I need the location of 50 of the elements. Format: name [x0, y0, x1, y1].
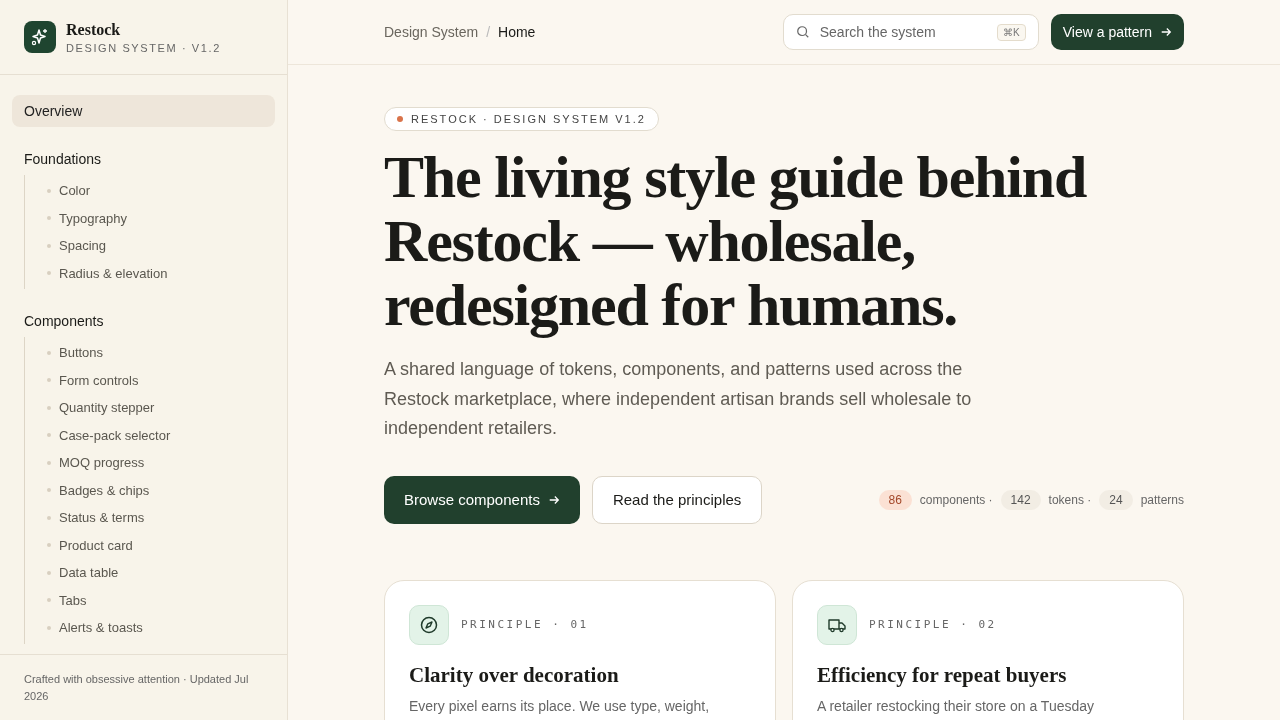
- arrow-icon: [1160, 26, 1172, 38]
- sidebar-item[interactable]: Form controls: [25, 366, 275, 394]
- section-title: Foundations: [23, 150, 103, 169]
- stat-label: components ·: [919, 492, 993, 507]
- footer-note: Crafted with obsessive attention · Updated Jul 2026: [24, 673, 249, 702]
- principle-text: Every pixel earns its place. We use type, weight,: [409, 697, 711, 714]
- breadcrumb-link[interactable]: Home: [498, 24, 536, 40]
- sidebar-item[interactable]: Tabs: [25, 586, 275, 614]
- view-pattern-button[interactable]: View a pattern: [1050, 14, 1184, 50]
- sidebar-item[interactable]: Color: [25, 177, 275, 205]
- sidebar-item[interactable]: Overview: [12, 95, 275, 127]
- sidebar-item[interactable]: Alerts & toasts: [25, 614, 275, 642]
- principle-title: Efficiency for repeat buyers: [817, 662, 1068, 688]
- sidebar-item[interactable]: Case-pack selector: [25, 421, 275, 449]
- sidebar-item[interactable]: MOQ progress: [25, 449, 275, 477]
- sidebar-item[interactable]: Radius & elevation: [25, 259, 275, 287]
- read-principles-button[interactable]: Read the principles: [591, 475, 763, 524]
- count-badge: 86: [878, 489, 912, 510]
- sidebar-item[interactable]: Badges & chips: [25, 476, 275, 504]
- search-input[interactable]: Search the system: [817, 23, 990, 41]
- shortcut-hint: ⌘K: [997, 23, 1026, 41]
- search-icon: [795, 25, 810, 39]
- principle-number: PRINCIPLE · 01: [461, 618, 589, 631]
- hero-lead: A shared language of tokens, components, and patterns used across the Restock marketplace, where independent artisan brands sell wholesale to independent retailers.: [384, 358, 973, 440]
- stat-label: tokens ·: [1048, 492, 1092, 507]
- arrow-icon: [547, 493, 560, 506]
- hero-heading: The living style guide behind Restock — wholesale, redesigned for humans.: [384, 145, 1088, 337]
- sidebar-item[interactable]: Buttons: [25, 339, 275, 367]
- sidebar-item[interactable]: Status & terms: [25, 504, 275, 532]
- sidebar-item[interactable]: Spacing: [25, 232, 275, 260]
- sparkle-logo-icon: [24, 21, 56, 53]
- stat-label: patterns: [1140, 492, 1184, 507]
- search-field[interactable]: Search the system ⌘K: [782, 14, 1039, 50]
- principle-number: PRINCIPLE · 02: [869, 618, 997, 631]
- section-title: Components: [23, 312, 105, 331]
- eyebrow-badge: RESTOCK · DESIGN SYSTEM V1.2: [384, 107, 659, 131]
- brand-name: Restock: [66, 20, 122, 39]
- breadcrumb-link[interactable]: Design System: [384, 24, 479, 40]
- count-badge: 142: [1000, 489, 1041, 510]
- sidebar-item[interactable]: Product card: [25, 531, 275, 559]
- sidebar-item[interactable]: Typography: [25, 204, 275, 232]
- breadcrumb-separator: /: [486, 24, 491, 40]
- principle-text: A retailer restocking their store on a Tuesday: [817, 697, 1096, 714]
- principle-title: Clarity over decoration: [409, 662, 620, 688]
- count-badge: 24: [1099, 489, 1133, 510]
- brand-subtitle: DESIGN SYSTEM · V1.2: [66, 41, 221, 54]
- compass-icon: [419, 614, 439, 635]
- sidebar-item[interactable]: Quantity stepper: [25, 394, 275, 422]
- browse-components-button[interactable]: Browse components: [384, 475, 580, 524]
- sidebar-item[interactable]: Data table: [25, 559, 275, 587]
